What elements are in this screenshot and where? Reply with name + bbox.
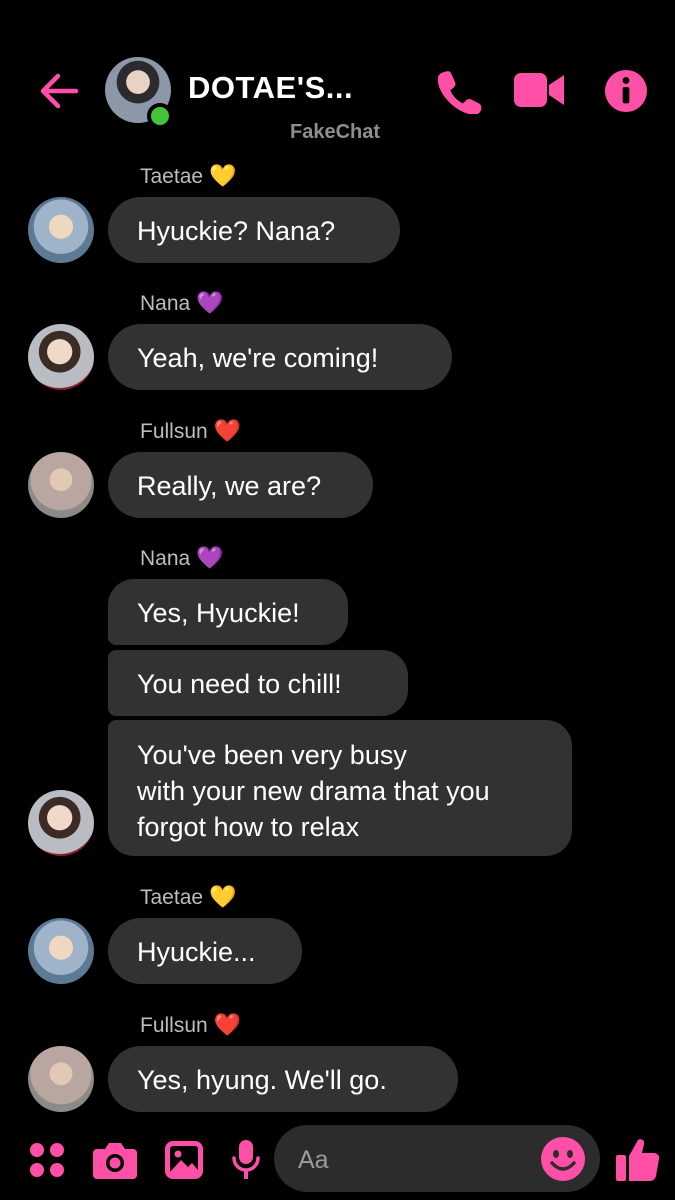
- message-bubble[interactable]: Yes, hyung. We'll go.: [108, 1046, 458, 1112]
- sender-name: Nana 💜: [140, 290, 224, 315]
- avatar-taetae[interactable]: [28, 197, 94, 263]
- message-bubble[interactable]: Yes, Hyuckie!: [108, 579, 348, 645]
- message-bubble[interactable]: Yeah, we're coming!: [108, 324, 452, 390]
- apps-grid-icon[interactable]: [29, 1142, 65, 1178]
- message-bubble[interactable]: Hyuckie...: [108, 918, 302, 984]
- sender-name: Fullsun ❤️: [140, 418, 242, 443]
- avatar-fullsun[interactable]: [28, 1046, 94, 1112]
- message-input[interactable]: [296, 1140, 530, 1180]
- avatar-nana[interactable]: [28, 790, 94, 856]
- avatar-taetae[interactable]: [28, 918, 94, 984]
- chat-header: DOTAE'S... FakeChat: [0, 0, 675, 150]
- message-bubble[interactable]: You need to chill!: [108, 650, 408, 716]
- message-bubble[interactable]: Hyuckie? Nana?: [108, 197, 400, 263]
- thumbs-up-icon[interactable]: [616, 1137, 660, 1181]
- sender-name: Fullsun ❤️: [140, 1012, 242, 1037]
- message-bubble[interactable]: You've been very busy with your new dram…: [108, 720, 572, 856]
- message-list: Taetae 💛 Hyuckie? Nana? Nana 💜 Yeah, we're…: [0, 150, 675, 1115]
- message-bubble[interactable]: Really, we are?: [108, 452, 373, 518]
- avatar-nana[interactable]: [28, 324, 94, 390]
- sender-name: Taetae 💛: [140, 163, 237, 188]
- gallery-image-icon[interactable]: [164, 1140, 204, 1180]
- heart-emoji: 💛: [209, 884, 237, 909]
- heart-emoji: ❤️: [213, 418, 242, 443]
- camera-icon[interactable]: [93, 1141, 137, 1179]
- microphone-icon[interactable]: [232, 1139, 260, 1181]
- back-arrow-icon[interactable]: [38, 70, 80, 112]
- info-icon[interactable]: [604, 69, 648, 113]
- video-camera-icon[interactable]: [514, 73, 564, 107]
- heart-emoji: 💜: [196, 545, 224, 570]
- phone-icon[interactable]: [436, 68, 482, 114]
- composer-bar: [0, 1115, 675, 1200]
- heart-emoji: 💜: [196, 290, 224, 315]
- online-status-dot: [147, 103, 173, 129]
- sender-name: Taetae 💛: [140, 884, 237, 909]
- emoji-icon[interactable]: [540, 1136, 586, 1182]
- heart-emoji: ❤️: [213, 1012, 242, 1037]
- sender-name: Nana 💜: [140, 545, 224, 570]
- chat-title[interactable]: DOTAE'S...: [188, 70, 353, 106]
- avatar-fullsun[interactable]: [28, 452, 94, 518]
- heart-emoji: 💛: [209, 163, 237, 188]
- fakechat-watermark: FakeChat: [290, 121, 381, 143]
